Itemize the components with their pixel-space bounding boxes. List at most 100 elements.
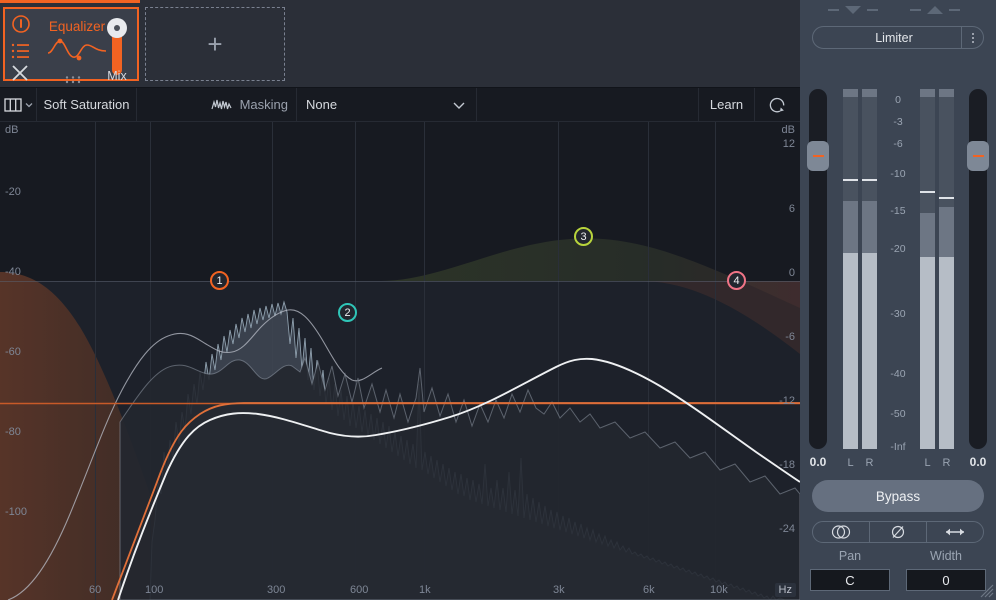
output-fader-value: 0.0 bbox=[969, 455, 987, 469]
output-fader-knob[interactable] bbox=[967, 141, 989, 171]
active-plugin-accent-bar bbox=[0, 0, 140, 3]
saturation-mode-button[interactable]: Soft Saturation bbox=[37, 88, 137, 121]
stereo-link-icon[interactable] bbox=[813, 522, 870, 542]
width-label: Width bbox=[930, 549, 962, 563]
output-meters: L R bbox=[920, 89, 954, 469]
left-axis-tick-60: -60 bbox=[5, 346, 21, 358]
module-name[interactable]: Limiter bbox=[813, 31, 961, 45]
left-axis-tick-40: -40 bbox=[5, 266, 21, 278]
eq-band-node-4[interactable]: 4 bbox=[727, 271, 746, 290]
bypass-label: Bypass bbox=[875, 488, 921, 504]
input-meter-label-R: R bbox=[865, 457, 874, 469]
saturation-label: Soft Saturation bbox=[43, 97, 130, 112]
output-fader[interactable]: 0.0 bbox=[967, 89, 989, 469]
dash-left bbox=[828, 9, 839, 11]
mix-slider-knob[interactable] bbox=[107, 18, 127, 38]
pan-value-field[interactable]: C bbox=[810, 569, 890, 591]
triangle-down-icon[interactable] bbox=[845, 6, 861, 14]
output-meter-label-R: R bbox=[942, 457, 951, 469]
right-axis-title: dB bbox=[781, 124, 795, 136]
learn-label: Learn bbox=[709, 97, 744, 112]
eq-graph-canvas bbox=[0, 122, 800, 600]
learn-button[interactable]: Learn bbox=[699, 88, 755, 121]
input-meters: L R bbox=[843, 89, 877, 469]
mix-slider-label: Mix bbox=[107, 69, 127, 83]
input-meter-L bbox=[843, 89, 858, 449]
masking-value: None bbox=[306, 97, 338, 112]
width-value-field[interactable]: 0 bbox=[906, 569, 986, 591]
freq-tick-600: 600 bbox=[350, 584, 369, 596]
empty-plugin-slot[interactable]: + bbox=[145, 7, 285, 81]
input-fader[interactable]: 0.0 bbox=[807, 89, 829, 469]
expand-button[interactable] bbox=[910, 6, 960, 14]
columns-layout-icon bbox=[3, 97, 22, 112]
right-axis-tick-m12: -12 bbox=[779, 395, 795, 407]
freq-tick-10k: 10k bbox=[710, 584, 728, 596]
input-meter-R bbox=[862, 89, 877, 449]
eq-graph[interactable]: dB -20 -40 -60 -80 -100 dB 12 6 0 -6 -12… bbox=[0, 122, 800, 600]
dash-left bbox=[910, 9, 921, 11]
power-icon[interactable] bbox=[11, 14, 31, 34]
scale-m15: -15 bbox=[890, 205, 906, 217]
undo-circle-icon bbox=[769, 97, 785, 113]
right-axis-tick-m18: -18 bbox=[779, 459, 795, 471]
eq-band-node-1[interactable]: 1 bbox=[210, 271, 229, 290]
eq-band-node-3[interactable]: 3 bbox=[574, 227, 593, 246]
mix-slider[interactable]: Mix bbox=[101, 11, 133, 83]
kebab-menu-icon[interactable] bbox=[961, 27, 983, 48]
phase-invert-icon[interactable] bbox=[870, 522, 927, 542]
triangle-up-icon[interactable] bbox=[927, 6, 943, 14]
scale-m20: -20 bbox=[890, 243, 906, 255]
scale-0: 0 bbox=[895, 94, 901, 106]
eq-curve-icon bbox=[47, 35, 107, 65]
freq-tick-3k: 3k bbox=[553, 584, 565, 596]
left-axis-tick-100: -100 bbox=[5, 506, 28, 518]
pan-label: Pan bbox=[838, 549, 862, 563]
scale-m40: -40 bbox=[890, 368, 906, 380]
right-axis-tick-0: 0 bbox=[788, 267, 795, 279]
input-fader-knob[interactable] bbox=[807, 141, 829, 171]
scale-inf: -Inf bbox=[890, 441, 906, 453]
mode-button-group bbox=[812, 521, 984, 543]
panel-arrow-row bbox=[800, 6, 996, 24]
add-plugin-icon[interactable]: + bbox=[146, 8, 284, 80]
width-arrows-icon[interactable] bbox=[927, 522, 983, 542]
left-axis-tick-20: -20 bbox=[5, 186, 21, 198]
chevron-down-icon bbox=[453, 102, 465, 109]
right-axis-tick-m6: -6 bbox=[785, 331, 795, 343]
input-fader-value: 0.0 bbox=[809, 455, 827, 469]
right-panel: Limiter −8.6 −17.5 −11.2 −19.8 0.0 bbox=[800, 0, 996, 600]
scale-m3: -3 bbox=[893, 116, 903, 128]
collapse-button[interactable] bbox=[828, 6, 878, 14]
freq-tick-6k: 6k bbox=[643, 584, 655, 596]
close-icon[interactable] bbox=[11, 64, 29, 82]
plugin-tile-equalizer[interactable]: Equalizer Mix bbox=[3, 7, 139, 84]
left-axis-title: dB bbox=[5, 124, 19, 136]
bypass-button[interactable]: Bypass bbox=[812, 480, 984, 512]
list-icon[interactable] bbox=[11, 43, 31, 59]
waveform-masking-icon bbox=[211, 99, 232, 109]
scale-m50: -50 bbox=[890, 408, 906, 420]
freq-tick-100: 100 bbox=[145, 584, 164, 596]
eq-band-node-2[interactable]: 2 bbox=[338, 303, 357, 322]
eq-band-node-2-label: 2 bbox=[344, 306, 351, 319]
eq-toolbar: Soft Saturation Masking None Learn bbox=[0, 88, 800, 122]
right-axis-tick-m24: -24 bbox=[779, 523, 795, 535]
freq-tick-300: 300 bbox=[267, 584, 286, 596]
plugin-window: Equalizer Mix + Soft Saturation Masking … bbox=[0, 0, 996, 600]
module-selector[interactable]: Limiter bbox=[812, 26, 984, 49]
freq-tick-60: 60 bbox=[89, 584, 102, 596]
masking-toggle[interactable]: Masking bbox=[137, 88, 297, 121]
input-meter-label-L: L bbox=[847, 457, 854, 469]
masking-select[interactable]: None bbox=[297, 88, 477, 121]
masking-label: Masking bbox=[239, 97, 288, 112]
right-axis-tick-6: 6 bbox=[788, 203, 795, 215]
drag-grip-icon[interactable] bbox=[63, 71, 89, 84]
scale-m10: -10 bbox=[890, 168, 906, 180]
plugin-rack: Equalizer Mix + bbox=[0, 0, 800, 88]
resize-grip-icon[interactable] bbox=[980, 584, 994, 598]
undo-button[interactable] bbox=[755, 88, 800, 121]
eq-band-node-3-label: 3 bbox=[580, 230, 587, 243]
layout-button[interactable] bbox=[0, 88, 37, 121]
eq-band-node-1-label: 1 bbox=[216, 274, 223, 287]
